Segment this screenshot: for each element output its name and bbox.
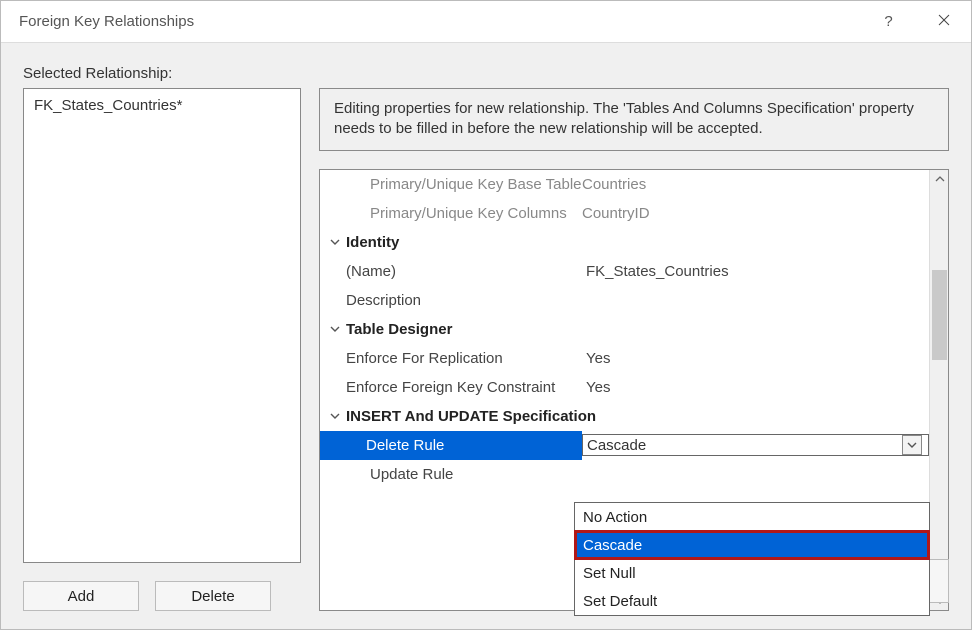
help-button[interactable]: ? bbox=[861, 1, 916, 43]
group-label: INSERT And UPDATE Specification bbox=[346, 408, 929, 425]
relationship-item[interactable]: FK_States_Countries* bbox=[34, 95, 290, 116]
delete-button[interactable]: Delete bbox=[155, 581, 271, 611]
prop-label: Description bbox=[346, 292, 586, 309]
vertical-scrollbar[interactable] bbox=[929, 170, 948, 611]
prop-value: Countries bbox=[582, 176, 929, 193]
prop-value[interactable]: Yes bbox=[586, 350, 929, 367]
prop-label: Update Rule bbox=[370, 466, 582, 483]
prop-row-delete-rule[interactable]: Delete Rule Cascade bbox=[320, 431, 929, 460]
add-button-label: Add bbox=[68, 588, 95, 605]
close-dialog-button-partial[interactable] bbox=[929, 559, 949, 603]
chevron-down-icon[interactable] bbox=[324, 234, 346, 251]
prop-row-update-rule[interactable]: Update Rule bbox=[320, 460, 929, 489]
group-table-designer[interactable]: Table Designer bbox=[320, 315, 929, 344]
delete-rule-dropdown[interactable]: No Action Cascade Set Null Set Default bbox=[574, 502, 930, 616]
scroll-up-button[interactable] bbox=[930, 170, 949, 189]
dropdown-option-set-null[interactable]: Set Null bbox=[575, 559, 929, 587]
chevron-down-icon[interactable] bbox=[324, 321, 346, 338]
dropdown-option-no-action[interactable]: No Action bbox=[575, 503, 929, 531]
prop-value[interactable]: FK_States_Countries bbox=[586, 263, 929, 280]
close-icon bbox=[938, 13, 950, 30]
window-title: Foreign Key Relationships bbox=[19, 13, 194, 30]
titlebar: Foreign Key Relationships ? bbox=[1, 1, 971, 43]
prop-row-description[interactable]: Description bbox=[320, 286, 929, 315]
prop-row-pk-columns[interactable]: Primary/Unique Key Columns CountryID bbox=[320, 199, 929, 228]
prop-value: Cascade bbox=[587, 437, 902, 454]
prop-label: Primary/Unique Key Columns bbox=[370, 205, 582, 222]
client-area: Selected Relationship: FK_States_Countri… bbox=[1, 43, 971, 629]
group-label: Table Designer bbox=[346, 321, 929, 338]
dialog-window: Foreign Key Relationships ? Selected Rel… bbox=[0, 0, 972, 630]
description-box: Editing properties for new relationship.… bbox=[319, 88, 949, 151]
prop-label: (Name) bbox=[346, 263, 586, 280]
delete-rule-value-cell[interactable]: Cascade bbox=[582, 434, 929, 456]
prop-value: CountryID bbox=[582, 205, 929, 222]
dropdown-option-set-default[interactable]: Set Default bbox=[575, 587, 929, 615]
scroll-thumb[interactable] bbox=[932, 270, 947, 360]
chevron-down-icon[interactable] bbox=[324, 408, 346, 425]
prop-label: Delete Rule bbox=[366, 437, 444, 454]
dropdown-button[interactable] bbox=[902, 435, 922, 455]
delete-button-label: Delete bbox=[191, 588, 234, 605]
chevron-down-icon bbox=[907, 437, 917, 454]
relationship-listbox[interactable]: FK_States_Countries* bbox=[23, 88, 301, 563]
close-button[interactable] bbox=[916, 1, 971, 43]
prop-label: Primary/Unique Key Base Table bbox=[370, 176, 582, 193]
dropdown-option-cascade[interactable]: Cascade bbox=[575, 531, 929, 559]
help-icon: ? bbox=[884, 13, 892, 30]
prop-label: Enforce Foreign Key Constraint bbox=[346, 379, 586, 396]
group-identity[interactable]: Identity bbox=[320, 228, 929, 257]
prop-label: Enforce For Replication bbox=[346, 350, 586, 367]
add-button[interactable]: Add bbox=[23, 581, 139, 611]
group-label: Identity bbox=[346, 234, 929, 251]
prop-value[interactable]: Yes bbox=[586, 379, 929, 396]
group-insert-update[interactable]: INSERT And UPDATE Specification bbox=[320, 402, 929, 431]
prop-row-enforce-fk[interactable]: Enforce Foreign Key Constraint Yes bbox=[320, 373, 929, 402]
selected-relationship-label: Selected Relationship: bbox=[23, 65, 949, 82]
prop-row-pk-base-table[interactable]: Primary/Unique Key Base Table Countries bbox=[320, 170, 929, 199]
prop-row-enforce-replication[interactable]: Enforce For Replication Yes bbox=[320, 344, 929, 373]
prop-row-name[interactable]: (Name) FK_States_Countries bbox=[320, 257, 929, 286]
